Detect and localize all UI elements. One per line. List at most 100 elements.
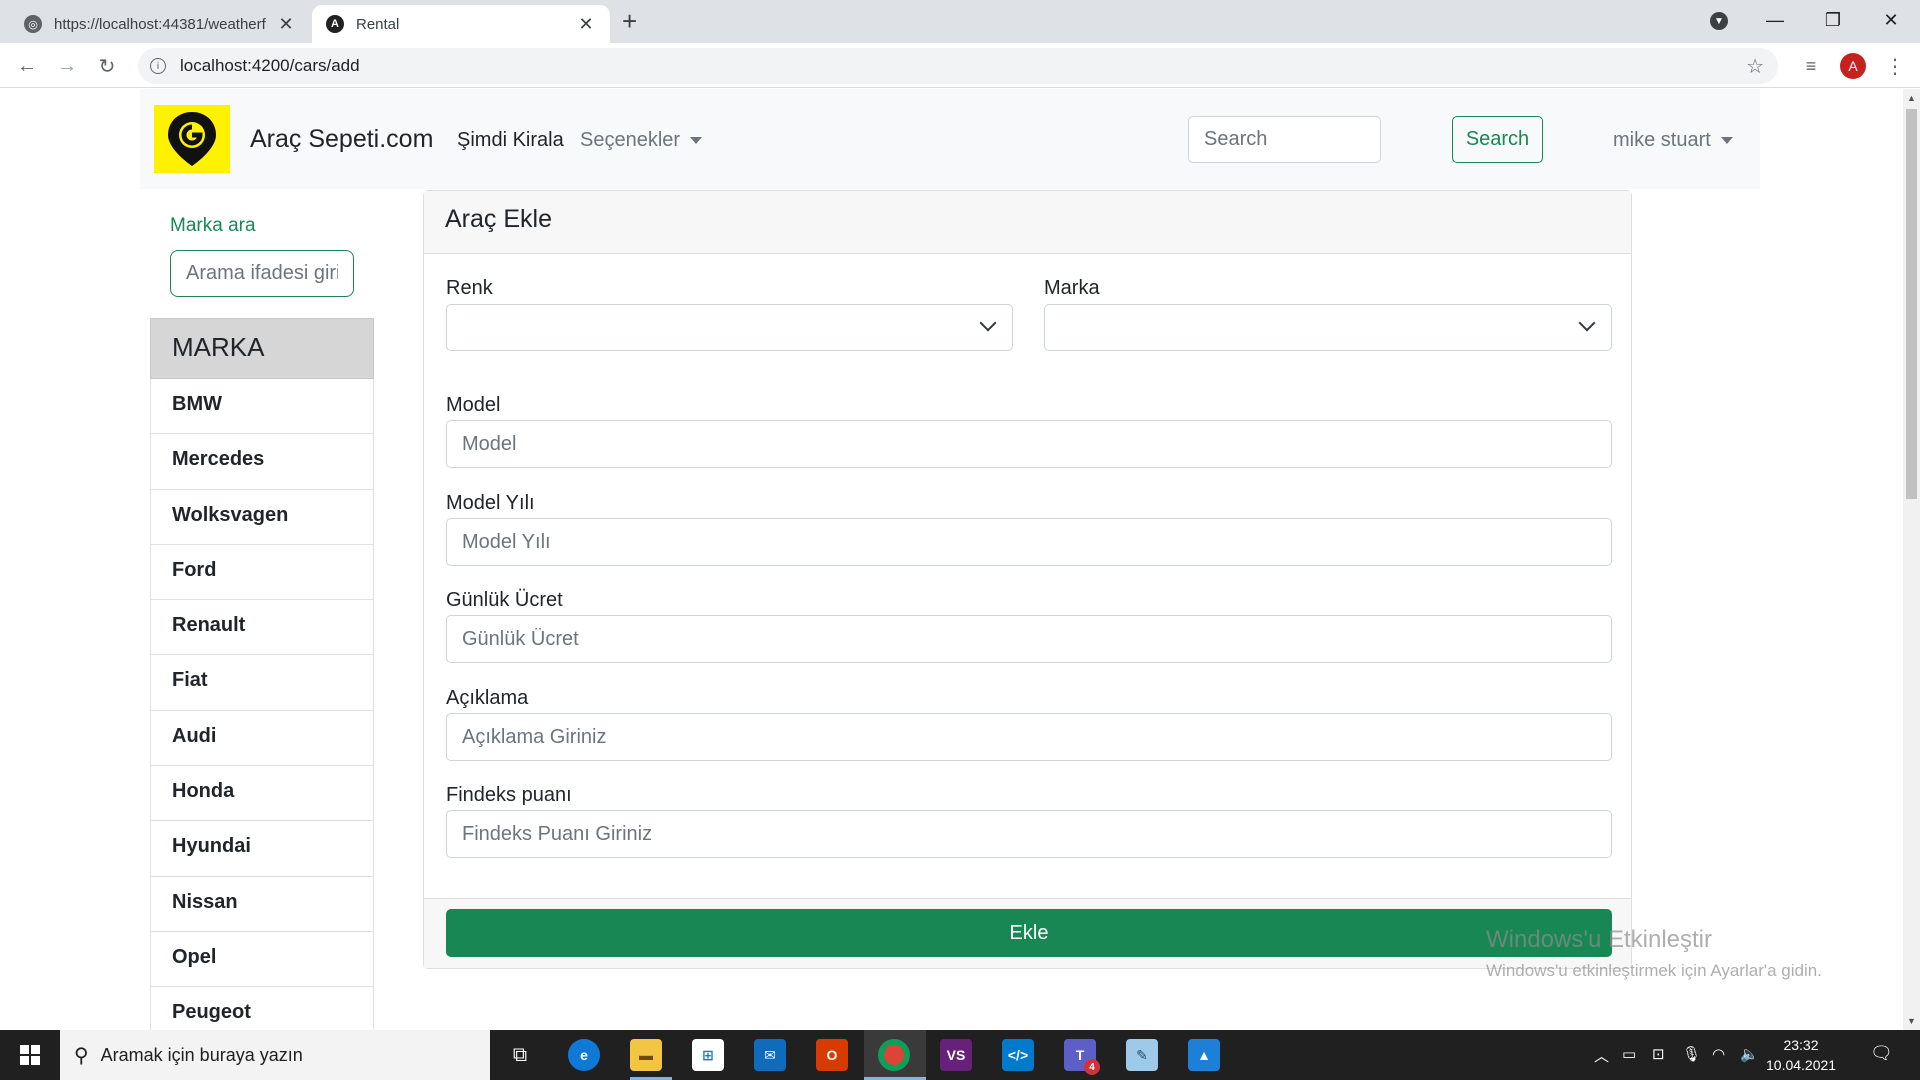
volume-icon[interactable]: 🔈	[1740, 1045, 1759, 1063]
brand-list-item[interactable]: Opel	[150, 931, 374, 988]
store-icon[interactable]: ⊞	[692, 1039, 724, 1071]
model-label: Model	[446, 394, 501, 416]
description-label: Açıklama	[446, 687, 529, 709]
taskbar-search-box[interactable]: ⚲ Aramak için buraya yazın	[60, 1030, 490, 1080]
tray-chevron-up-icon[interactable]: ︿	[1594, 1045, 1609, 1066]
close-tab-icon[interactable]: ✕	[276, 14, 296, 35]
brand-search-label: Marka ara	[170, 215, 256, 236]
brand-list-item[interactable]: Fiat	[150, 655, 374, 711]
brand-list-item[interactable]: Nissan	[150, 876, 374, 932]
teams-icon[interactable]: T4	[1064, 1039, 1100, 1075]
user-menu-dropdown[interactable]: mike stuart	[1613, 129, 1733, 152]
brand-list-title: MARKA	[150, 318, 374, 379]
scroll-up-arrow-icon[interactable]: ▲	[1907, 93, 1916, 103]
chevron-down-icon	[1578, 314, 1596, 332]
office-icon[interactable]: O	[816, 1039, 848, 1071]
add-car-title: Araç Ekle	[424, 191, 1631, 254]
scroll-down-arrow-icon[interactable]: ▼	[1907, 1016, 1916, 1026]
add-car-submit-button[interactable]: Ekle	[446, 909, 1612, 957]
nav-link-rent-now[interactable]: Şimdi Kirala	[457, 129, 564, 152]
angular-icon: A	[326, 15, 344, 33]
wifi-icon[interactable]: ◠	[1712, 1045, 1725, 1063]
location-pin-logo-icon	[168, 112, 216, 166]
activation-watermark-subtitle: Windows'u etkinleştirmek için Ayarlar'a …	[1486, 961, 1822, 980]
site-info-icon[interactable]: i	[150, 58, 166, 74]
model-year-input[interactable]	[446, 518, 1612, 566]
daily-price-label: Günlük Ücret	[446, 589, 563, 611]
nav-search-input[interactable]	[1188, 116, 1381, 163]
notifications-icon[interactable]: 🗨	[1870, 1043, 1893, 1064]
file-explorer-icon[interactable]: ▬	[630, 1039, 662, 1071]
close-tab-icon[interactable]: ✕	[576, 14, 596, 35]
brand-list-item[interactable]: Ford	[150, 544, 374, 601]
url-text: localhost:4200/cars/add	[180, 56, 360, 75]
brand-list-item[interactable]: Hyundai	[150, 821, 374, 877]
windows-taskbar: ⚲ Aramak için buraya yazın ⧉ e ▬ ⊞ ✉ O V…	[0, 1030, 1920, 1080]
bookmark-star-icon[interactable]: ☆	[1746, 54, 1764, 79]
color-label: Renk	[446, 277, 493, 299]
restore-button[interactable]: ❐	[1804, 0, 1862, 40]
brand-select[interactable]	[1044, 304, 1612, 351]
brand-label: Marka	[1044, 277, 1100, 299]
scrollbar-thumb[interactable]	[1906, 109, 1917, 499]
site-logo[interactable]	[154, 105, 230, 173]
site-brand[interactable]: Araç Sepeti.com	[250, 125, 433, 154]
daily-price-input[interactable]	[446, 615, 1612, 663]
back-icon[interactable]: ←	[12, 51, 42, 81]
brand-list-item[interactable]: Wolksvagen	[150, 489, 374, 545]
edge-icon[interactable]: e	[568, 1039, 600, 1071]
browser-tab-weather[interactable]: ◎ https://localhost:44381/weatherf ✕	[10, 5, 310, 43]
new-tab-button[interactable]: +	[622, 6, 637, 37]
brand-list-item[interactable]: Honda	[150, 766, 374, 822]
description-input[interactable]	[446, 713, 1612, 761]
caret-down-icon	[1720, 137, 1733, 145]
battery-icon[interactable]: ▭	[1622, 1045, 1636, 1063]
media-control-icon[interactable]: ≡	[1796, 51, 1826, 81]
visual-studio-icon[interactable]: VS	[940, 1039, 972, 1071]
browser-tab-rental[interactable]: A Rental ✕	[312, 5, 610, 43]
start-button[interactable]	[0, 1030, 60, 1080]
address-bar: ← → ↻ i localhost:4200/cars/add ☆ ≡ A ⋮	[0, 43, 1920, 88]
notification-badge: 4	[1084, 1059, 1100, 1075]
minimize-button[interactable]: —	[1746, 0, 1804, 40]
clock-date: 10.04.2021	[1766, 1057, 1837, 1073]
taskbar-search-placeholder: Aramak için buraya yazın	[100, 1044, 303, 1065]
site-navbar: Araç Sepeti.com Şimdi Kirala Seçenekler …	[140, 89, 1760, 189]
vscode-icon[interactable]: </>	[1002, 1039, 1034, 1071]
taskbar-clock[interactable]: 23:32 10.04.2021	[1766, 1035, 1836, 1075]
tab-title: https://localhost:44381/weatherf	[54, 15, 266, 33]
page-scrollbar[interactable]: ▲ ▼	[1903, 89, 1920, 1030]
chrome-icon[interactable]	[878, 1039, 910, 1071]
profile-avatar[interactable]: A	[1840, 53, 1866, 79]
brand-list-item[interactable]: Mercedes	[150, 434, 374, 490]
brand-list-item[interactable]: BMW	[150, 379, 374, 435]
color-select[interactable]	[446, 304, 1013, 351]
task-view-icon[interactable]: ⧉	[504, 1039, 536, 1071]
mail-icon[interactable]: ✉	[754, 1039, 786, 1071]
brand-list: MARKA BMW Mercedes Wolksvagen Ford Renau…	[150, 318, 374, 1043]
forward-icon[interactable]: →	[52, 51, 82, 81]
nav-search-button[interactable]: Search	[1452, 116, 1543, 163]
meet-now-icon[interactable]: ⊡	[1652, 1045, 1665, 1063]
tab-search-icon[interactable]: ▼	[1710, 12, 1728, 30]
brand-list-item[interactable]: Audi	[150, 710, 374, 767]
chevron-down-icon	[979, 314, 997, 332]
browser-tab-strip: ◎ https://localhost:44381/weatherf ✕ A R…	[0, 0, 1920, 43]
close-window-button[interactable]: ✕	[1862, 0, 1920, 40]
activation-watermark-title: Windows'u Etkinleştir	[1486, 926, 1712, 953]
microphone-icon[interactable]: 🎙	[1682, 1045, 1701, 1063]
notepad-icon[interactable]: ✎	[1126, 1039, 1158, 1071]
url-field[interactable]: i localhost:4200/cars/add ☆	[138, 48, 1778, 84]
brand-list-item[interactable]: Renault	[150, 600, 374, 656]
model-input[interactable]	[446, 420, 1612, 468]
caret-down-icon	[690, 137, 703, 145]
nav-dropdown-options[interactable]: Seçenekler	[580, 129, 703, 152]
clock-time: 23:32	[1783, 1037, 1819, 1053]
reload-icon[interactable]: ↻	[92, 51, 122, 81]
menu-kebab-icon[interactable]: ⋮	[1880, 51, 1910, 81]
photos-icon[interactable]: ▲	[1188, 1039, 1220, 1071]
brand-search-input[interactable]	[170, 250, 354, 297]
nav-options-label: Seçenekler	[580, 129, 681, 151]
search-icon: ⚲	[74, 1044, 89, 1067]
findeks-input[interactable]	[446, 810, 1612, 858]
